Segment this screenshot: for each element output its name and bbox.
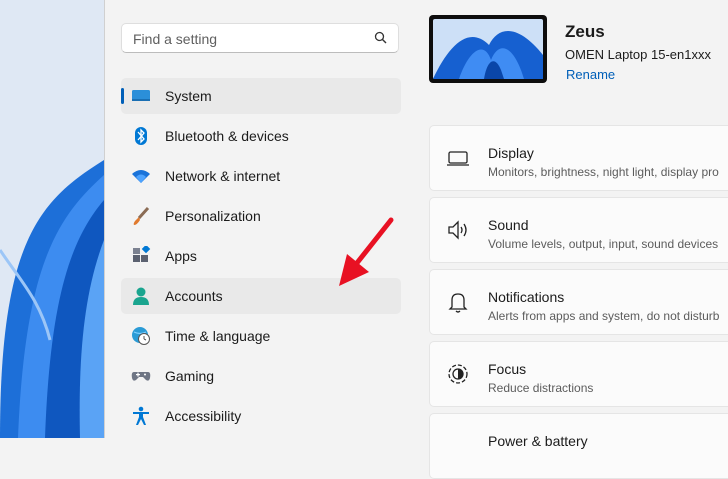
wifi-icon	[131, 166, 151, 186]
card-title: Focus	[488, 361, 527, 377]
settings-card-focus[interactable]: Focus Reduce distractions	[429, 341, 728, 407]
card-description: Volume levels, output, input, sound devi…	[488, 237, 719, 251]
sidebar-item-label: Personalization	[165, 208, 261, 224]
focus-icon	[446, 362, 470, 386]
system-icon	[131, 86, 151, 106]
bell-icon	[446, 290, 470, 314]
settings-window: Find a setting System Bluetooth & device…	[104, 0, 728, 479]
sidebar-item-bluetooth-devices[interactable]: Bluetooth & devices	[121, 118, 401, 154]
sidebar-item-network-internet[interactable]: Network & internet	[121, 158, 401, 194]
sidebar-item-system[interactable]: System	[121, 78, 401, 114]
card-description: Reduce distractions	[488, 381, 594, 395]
settings-card-notifications[interactable]: Notifications Alerts from apps and syste…	[429, 269, 728, 335]
device-name: Zeus	[565, 22, 605, 41]
sidebar-item-label: Bluetooth & devices	[165, 128, 289, 144]
apps-icon	[131, 244, 151, 266]
search-icon[interactable]	[374, 31, 388, 50]
selection-indicator	[121, 88, 124, 104]
card-title: Power & battery	[488, 433, 588, 449]
sidebar-item-label: Time & language	[165, 328, 271, 344]
speaker-icon	[446, 218, 470, 242]
search-input[interactable]: Find a setting	[121, 23, 399, 53]
sidebar-item-label: Apps	[165, 248, 197, 264]
card-title: Display	[488, 145, 534, 161]
sidebar-item-label: Accounts	[165, 288, 223, 304]
device-model: OMEN Laptop 15-en1xxx	[565, 47, 711, 62]
card-title: Sound	[488, 217, 529, 233]
desktop-wallpaper	[0, 0, 104, 438]
sidebar-item-accessibility[interactable]: Accessibility	[121, 398, 401, 434]
monitor-icon	[446, 146, 470, 170]
gamepad-icon	[131, 366, 151, 386]
card-description: Monitors, brightness, night light, displ…	[488, 165, 719, 179]
card-title: Notifications	[488, 289, 565, 305]
globe-clock-icon	[131, 326, 151, 346]
sidebar-item-label: System	[165, 88, 212, 104]
person-icon	[131, 286, 151, 306]
sidebar-item-label: Accessibility	[165, 408, 242, 424]
accessibility-icon	[131, 406, 151, 426]
brush-icon	[131, 206, 151, 226]
bluetooth-icon	[131, 126, 151, 146]
sidebar-item-time-language[interactable]: Time & language	[121, 318, 401, 354]
settings-card-display[interactable]: Display Monitors, brightness, night ligh…	[429, 125, 728, 191]
annotation-arrow	[335, 216, 399, 295]
sidebar-item-gaming[interactable]: Gaming	[121, 358, 401, 394]
sidebar-item-label: Gaming	[165, 368, 215, 384]
card-description: Alerts from apps and system, do not dist…	[488, 309, 720, 323]
settings-card-sound[interactable]: Sound Volume levels, output, input, soun…	[429, 197, 728, 263]
rename-link[interactable]: Rename	[566, 67, 615, 82]
search-placeholder: Find a setting	[133, 31, 218, 47]
sidebar-item-label: Network & internet	[165, 168, 281, 184]
settings-card-power-battery[interactable]: Power & battery	[429, 413, 728, 479]
device-wallpaper-thumbnail	[429, 15, 547, 83]
